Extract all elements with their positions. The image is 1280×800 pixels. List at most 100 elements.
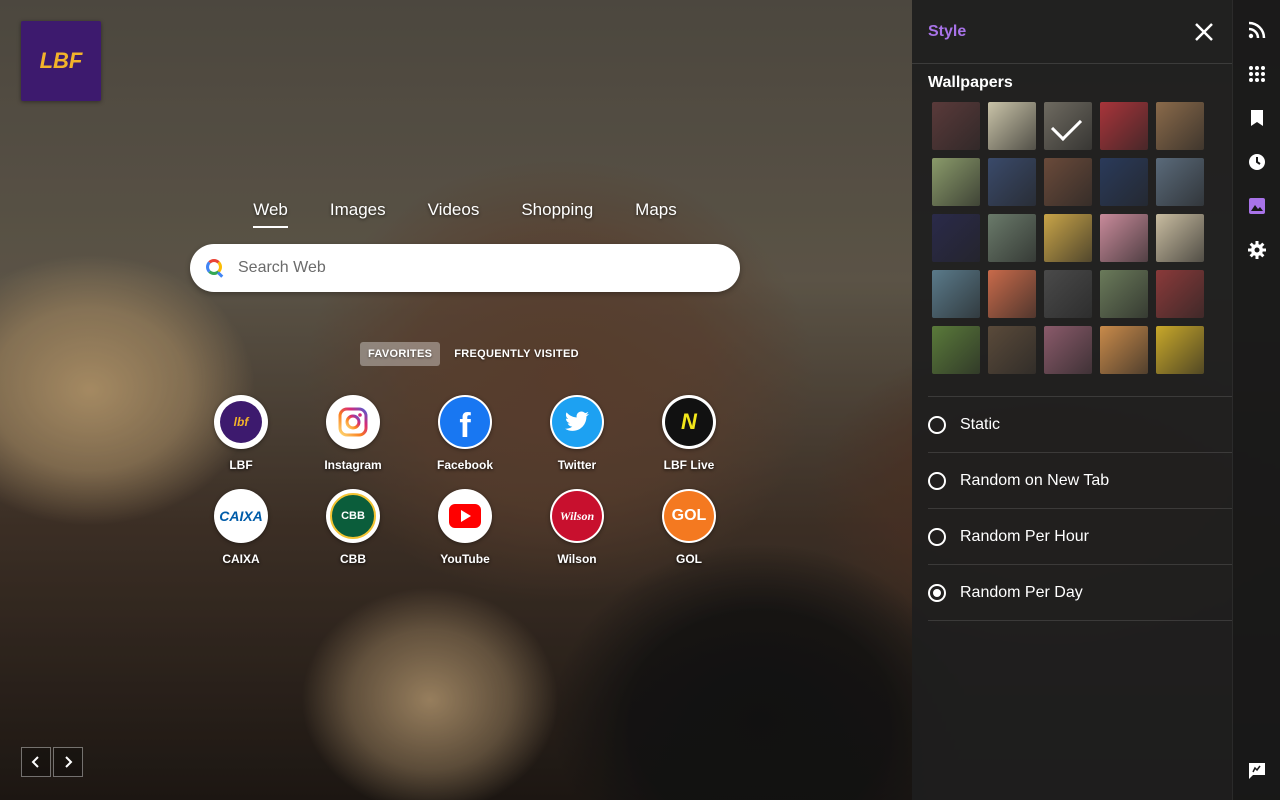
wallpaper-thumbnail[interactable]: [1100, 102, 1148, 150]
wallpaper-pager: [21, 747, 83, 777]
wallpaper-thumbnail[interactable]: [988, 270, 1036, 318]
search-input[interactable]: [238, 259, 708, 277]
search-tabs: Web Images Videos Shopping Maps: [190, 200, 740, 228]
wallpaper-thumbnail[interactable]: [1156, 214, 1204, 262]
tile-youtube[interactable]: YouTube: [409, 489, 521, 566]
tab-web[interactable]: Web: [253, 200, 288, 228]
wallpaper-thumbnail[interactable]: [1156, 270, 1204, 318]
tile-cbb[interactable]: CBB CBB: [297, 489, 409, 566]
wallpaper-thumbnail[interactable]: [1044, 158, 1092, 206]
apps-grid-icon[interactable]: [1248, 65, 1266, 83]
radio-random-on-new-tab[interactable]: [928, 471, 946, 490]
wallpaper-thumbnail[interactable]: [932, 214, 980, 262]
tile-lbf[interactable]: lbf LBF: [185, 395, 297, 472]
option-label: Static: [960, 415, 1001, 433]
cbb-icon: CBB: [326, 489, 380, 543]
wallpaper-thumbnail[interactable]: [1100, 270, 1148, 318]
wilson-icon: Wilson: [550, 489, 604, 543]
wallpapers-heading: Wallpapers: [928, 74, 1013, 91]
history-icon[interactable]: [1248, 153, 1266, 171]
tile-label: LBF Live: [663, 458, 715, 472]
tile-label: Wilson: [557, 552, 597, 566]
wallpaper-grid: [912, 102, 1232, 374]
tile-lbf-live[interactable]: N LBF Live: [633, 395, 745, 472]
wallpaper-thumbnail[interactable]: [1100, 214, 1148, 262]
close-panel-button[interactable]: [1192, 20, 1216, 44]
style-panel: Style Wallpapers Static Random on New Ta…: [912, 0, 1232, 800]
wallpaper-thumbnail[interactable]: [988, 214, 1036, 262]
favorites-grid: lbf LBF Instagram f Facebook Twitter N L…: [185, 395, 745, 566]
next-wallpaper-button[interactable]: [53, 747, 83, 777]
wallpaper-thumbnail[interactable]: [1044, 214, 1092, 262]
wallpaper-rotation-options: Static Random on New Tab Random Per Hour…: [928, 396, 1232, 621]
tile-caixa[interactable]: CAIXA CAIXA: [185, 489, 297, 566]
wallpaper-thumbnail[interactable]: [1156, 102, 1204, 150]
tile-label: YouTube: [440, 552, 490, 566]
wallpaper-thumbnail[interactable]: [1100, 158, 1148, 206]
tile-wilson[interactable]: Wilson Wilson: [521, 489, 633, 566]
panel-header: Style: [912, 0, 1232, 64]
caixa-icon: CAIXA: [214, 489, 268, 543]
wallpaper-thumbnail[interactable]: [1100, 326, 1148, 374]
search-icon: [206, 259, 224, 277]
tile-label: Instagram: [324, 458, 382, 472]
tab-favorites[interactable]: FAVORITES: [360, 342, 441, 366]
chevron-left-icon: [31, 756, 39, 768]
tab-images[interactable]: Images: [330, 200, 386, 228]
option-random-on-new-tab[interactable]: Random on New Tab: [928, 453, 1232, 509]
tile-label: Twitter: [557, 458, 597, 472]
chevron-right-icon: [65, 756, 73, 768]
option-label: Random on New Tab: [960, 471, 1110, 489]
wallpaper-thumbnail[interactable]: [1156, 158, 1204, 206]
tab-frequently-visited[interactable]: FREQUENTLY VISITED: [446, 342, 587, 366]
tile-twitter[interactable]: Twitter: [521, 395, 633, 472]
facebook-icon: f: [438, 395, 492, 449]
tile-label: GOL: [676, 552, 702, 566]
option-random-per-day[interactable]: Random Per Day: [928, 565, 1232, 621]
tile-facebook[interactable]: f Facebook: [409, 395, 521, 472]
search-bar: [190, 244, 740, 292]
tile-label: LBF: [229, 458, 253, 472]
tab-shopping[interactable]: Shopping: [521, 200, 593, 228]
wallpaper-thumbnail[interactable]: [988, 158, 1036, 206]
gol-icon: GOL: [662, 489, 716, 543]
lbf-icon: lbf: [214, 395, 268, 449]
radio-random-per-day[interactable]: [928, 583, 946, 602]
lbf-logo[interactable]: LBF: [21, 21, 101, 101]
tile-instagram[interactable]: Instagram: [297, 395, 409, 472]
settings-icon[interactable]: [1248, 241, 1266, 259]
twitter-icon: [550, 395, 604, 449]
favorites-tabs: FAVORITES FREQUENTLY VISITED: [360, 342, 587, 366]
tab-maps[interactable]: Maps: [635, 200, 677, 228]
tile-label: CBB: [340, 552, 366, 566]
wallpaper-thumbnail[interactable]: [932, 270, 980, 318]
lbf-live-icon: N: [662, 395, 716, 449]
option-static[interactable]: Static: [928, 397, 1232, 453]
wallpaper-thumbnail[interactable]: [1044, 326, 1092, 374]
radio-static[interactable]: [928, 415, 946, 434]
feedback-icon[interactable]: [1248, 762, 1266, 780]
option-random-per-hour[interactable]: Random Per Hour: [928, 509, 1232, 565]
close-icon: [1195, 22, 1213, 41]
wallpaper-icon[interactable]: [1248, 197, 1266, 215]
wallpaper-thumbnail[interactable]: [932, 102, 980, 150]
wallpaper-thumbnail[interactable]: [1156, 326, 1204, 374]
tab-videos[interactable]: Videos: [428, 200, 480, 228]
wallpaper-thumbnail[interactable]: [1044, 102, 1092, 150]
wallpaper-thumbnail[interactable]: [988, 326, 1036, 374]
rss-icon[interactable]: [1248, 21, 1266, 39]
bookmark-icon[interactable]: [1248, 109, 1266, 127]
option-label: Random Per Hour: [960, 527, 1089, 545]
right-rail: [1232, 0, 1280, 800]
tile-gol[interactable]: GOL GOL: [633, 489, 745, 566]
radio-random-per-hour[interactable]: [928, 527, 946, 546]
wallpaper-thumbnail[interactable]: [1044, 270, 1092, 318]
wallpaper-thumbnail[interactable]: [932, 158, 980, 206]
option-label: Random Per Day: [960, 583, 1083, 601]
wallpaper-thumbnail[interactable]: [988, 102, 1036, 150]
wallpaper-thumbnail[interactable]: [932, 326, 980, 374]
previous-wallpaper-button[interactable]: [21, 747, 51, 777]
lbf-logo-text: LBF: [39, 48, 83, 73]
panel-title: Style: [928, 22, 967, 40]
tile-label: CAIXA: [222, 552, 260, 566]
